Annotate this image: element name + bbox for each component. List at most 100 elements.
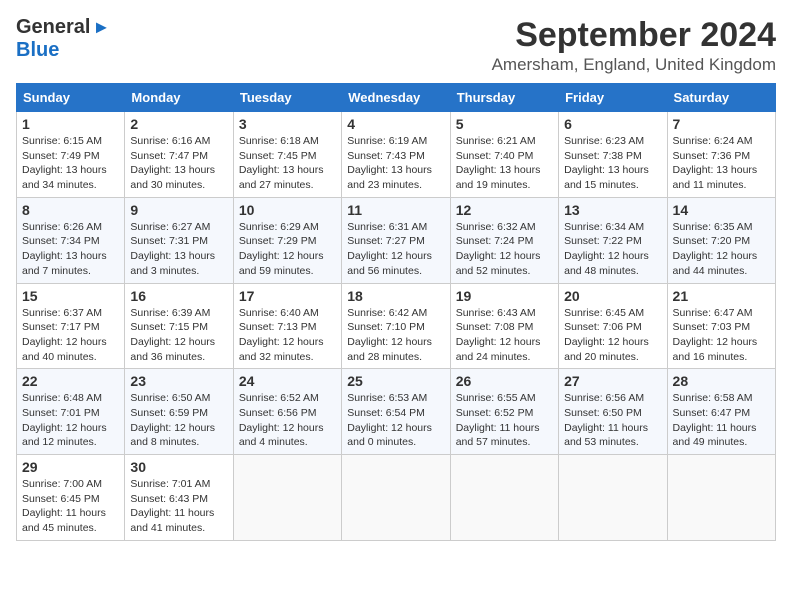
day-info: Sunrise: 7:01 AMSunset: 6:43 PMDaylight:…: [130, 477, 227, 536]
table-row: 6 Sunrise: 6:23 AMSunset: 7:38 PMDaylight…: [559, 112, 667, 198]
col-saturday: Saturday: [667, 84, 775, 112]
table-row: 30 Sunrise: 7:01 AMSunset: 6:43 PMDayligh…: [125, 455, 233, 541]
day-info: Sunrise: 6:32 AMSunset: 7:24 PMDaylight:…: [456, 220, 553, 279]
page-header: General ► Blue September 2024 Amersham, …: [16, 16, 776, 75]
table-row: 19Sunrise: 6:43 AMSunset: 7:08 PMDayligh…: [450, 283, 558, 369]
calendar-week-row: 15 Sunrise: 6:37 AMSunset: 7:17 PMDayligh…: [17, 283, 776, 369]
day-info: Sunrise: 6:15 AMSunset: 7:49 PMDaylight:…: [22, 134, 119, 193]
calendar-week-row: 1 Sunrise: 6:15 AMSunset: 7:49 PMDaylight…: [17, 112, 776, 198]
day-number: 15: [22, 288, 119, 304]
day-info: Sunrise: 6:48 AMSunset: 7:01 PMDaylight:…: [22, 391, 119, 450]
logo-general-text: General: [16, 16, 90, 39]
table-row: 18Sunrise: 6:42 AMSunset: 7:10 PMDayligh…: [342, 283, 450, 369]
day-number: 30: [130, 459, 227, 475]
day-number: 3: [239, 116, 336, 132]
day-number: 21: [673, 288, 770, 304]
day-number: 2: [130, 116, 227, 132]
day-number: 25: [347, 373, 444, 389]
day-number: 6: [564, 116, 661, 132]
day-info: Sunrise: 6:58 AMSunset: 6:47 PMDaylight:…: [673, 391, 770, 450]
table-row: 8Sunrise: 6:26 AMSunset: 7:34 PMDaylight…: [17, 197, 125, 283]
col-thursday: Thursday: [450, 84, 558, 112]
table-row: 24 Sunrise: 6:52 AMSunset: 6:56 PMDayligh…: [233, 369, 341, 455]
col-sunday: Sunday: [17, 84, 125, 112]
table-row: 2 Sunrise: 6:16 AMSunset: 7:47 PMDaylight…: [125, 112, 233, 198]
day-number: 9: [130, 202, 227, 218]
day-info: Sunrise: 6:34 AMSunset: 7:22 PMDaylight:…: [564, 220, 661, 279]
table-row: 1 Sunrise: 6:15 AMSunset: 7:49 PMDaylight…: [17, 112, 125, 198]
calendar-week-row: 29 Sunrise: 7:00 AMSunset: 6:45 PMDayligh…: [17, 455, 776, 541]
day-info: Sunrise: 6:50 AMSunset: 6:59 PMDaylight:…: [130, 391, 227, 450]
logo-arrow-icon: ►: [92, 17, 110, 38]
day-info: Sunrise: 6:23 AMSunset: 7:38 PMDaylight:…: [564, 134, 661, 193]
table-row: 14 Sunrise: 6:35 AMSunset: 7:20 PMDayligh…: [667, 197, 775, 283]
table-row: 25 Sunrise: 6:53 AMSunset: 6:54 PMDayligh…: [342, 369, 450, 455]
table-row: 17Sunrise: 6:40 AMSunset: 7:13 PMDayligh…: [233, 283, 341, 369]
table-row: 28 Sunrise: 6:58 AMSunset: 6:47 PMDayligh…: [667, 369, 775, 455]
col-wednesday: Wednesday: [342, 84, 450, 112]
day-info: Sunrise: 6:45 AMSunset: 7:06 PMDaylight:…: [564, 306, 661, 365]
table-row: 11 Sunrise: 6:31 AMSunset: 7:27 PMDayligh…: [342, 197, 450, 283]
table-row: 12 Sunrise: 6:32 AMSunset: 7:24 PMDayligh…: [450, 197, 558, 283]
table-row: 15 Sunrise: 6:37 AMSunset: 7:17 PMDayligh…: [17, 283, 125, 369]
calendar-week-row: 8Sunrise: 6:26 AMSunset: 7:34 PMDaylight…: [17, 197, 776, 283]
table-row: 26 Sunrise: 6:55 AMSunset: 6:52 PMDayligh…: [450, 369, 558, 455]
calendar-week-row: 22 Sunrise: 6:48 AMSunset: 7:01 PMDayligh…: [17, 369, 776, 455]
day-number: 11: [347, 202, 444, 218]
day-info: Sunrise: 6:37 AMSunset: 7:17 PMDaylight:…: [22, 306, 119, 365]
day-number: 26: [456, 373, 553, 389]
col-tuesday: Tuesday: [233, 84, 341, 112]
table-row: 29 Sunrise: 7:00 AMSunset: 6:45 PMDayligh…: [17, 455, 125, 541]
day-info: Sunrise: 7:00 AMSunset: 6:45 PMDaylight:…: [22, 477, 119, 536]
day-number: 10: [239, 202, 336, 218]
day-info: Sunrise: 6:53 AMSunset: 6:54 PMDaylight:…: [347, 391, 444, 450]
day-info: Sunrise: 6:35 AMSunset: 7:20 PMDaylight:…: [673, 220, 770, 279]
table-row: 5Sunrise: 6:21 AMSunset: 7:40 PMDaylight…: [450, 112, 558, 198]
calendar-header-row: Sunday Monday Tuesday Wednesday Thursday…: [17, 84, 776, 112]
day-number: 14: [673, 202, 770, 218]
day-info: Sunrise: 6:40 AMSunset: 7:13 PMDaylight:…: [239, 306, 336, 365]
day-number: 24: [239, 373, 336, 389]
day-number: 29: [22, 459, 119, 475]
col-monday: Monday: [125, 84, 233, 112]
day-info: Sunrise: 6:39 AMSunset: 7:15 PMDaylight:…: [130, 306, 227, 365]
table-row: 16 Sunrise: 6:39 AMSunset: 7:15 PMDayligh…: [125, 283, 233, 369]
table-row: [233, 455, 341, 541]
table-row: 20 Sunrise: 6:45 AMSunset: 7:06 PMDayligh…: [559, 283, 667, 369]
day-info: Sunrise: 6:31 AMSunset: 7:27 PMDaylight:…: [347, 220, 444, 279]
day-number: 12: [456, 202, 553, 218]
day-number: 1: [22, 116, 119, 132]
day-info: Sunrise: 6:16 AMSunset: 7:47 PMDaylight:…: [130, 134, 227, 193]
day-number: 22: [22, 373, 119, 389]
logo: General ► Blue: [16, 16, 110, 62]
day-number: 5: [456, 116, 553, 132]
table-row: 23 Sunrise: 6:50 AMSunset: 6:59 PMDayligh…: [125, 369, 233, 455]
day-info: Sunrise: 6:24 AMSunset: 7:36 PMDaylight:…: [673, 134, 770, 193]
table-row: 3Sunrise: 6:18 AMSunset: 7:45 PMDaylight…: [233, 112, 341, 198]
day-info: Sunrise: 6:29 AMSunset: 7:29 PMDaylight:…: [239, 220, 336, 279]
page-title: September 2024: [492, 16, 776, 55]
day-number: 16: [130, 288, 227, 304]
col-friday: Friday: [559, 84, 667, 112]
day-number: 23: [130, 373, 227, 389]
day-number: 4: [347, 116, 444, 132]
day-number: 19: [456, 288, 553, 304]
table-row: 7 Sunrise: 6:24 AMSunset: 7:36 PMDaylight…: [667, 112, 775, 198]
day-number: 28: [673, 373, 770, 389]
logo-blue-text: Blue: [16, 39, 59, 61]
table-row: 13 Sunrise: 6:34 AMSunset: 7:22 PMDayligh…: [559, 197, 667, 283]
day-number: 13: [564, 202, 661, 218]
table-row: 21Sunrise: 6:47 AMSunset: 7:03 PMDayligh…: [667, 283, 775, 369]
table-row: 27Sunrise: 6:56 AMSunset: 6:50 PMDayligh…: [559, 369, 667, 455]
day-number: 20: [564, 288, 661, 304]
day-info: Sunrise: 6:26 AMSunset: 7:34 PMDaylight:…: [22, 220, 119, 279]
day-info: Sunrise: 6:52 AMSunset: 6:56 PMDaylight:…: [239, 391, 336, 450]
day-info: Sunrise: 6:55 AMSunset: 6:52 PMDaylight:…: [456, 391, 553, 450]
table-row: [559, 455, 667, 541]
day-info: Sunrise: 6:56 AMSunset: 6:50 PMDaylight:…: [564, 391, 661, 450]
calendar-table: Sunday Monday Tuesday Wednesday Thursday…: [16, 83, 776, 541]
table-row: 9Sunrise: 6:27 AMSunset: 7:31 PMDaylight…: [125, 197, 233, 283]
day-number: 18: [347, 288, 444, 304]
day-number: 7: [673, 116, 770, 132]
table-row: 10 Sunrise: 6:29 AMSunset: 7:29 PMDayligh…: [233, 197, 341, 283]
